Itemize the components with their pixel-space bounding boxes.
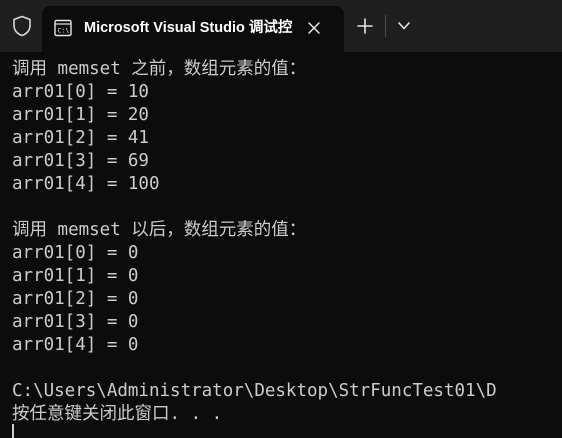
console-line: arr01[3] = 0 — [12, 312, 139, 332]
console-line: 调用 memset 之前，数组元素的值： — [12, 59, 307, 79]
console-line: arr01[4] = 0 — [12, 335, 139, 355]
terminal-icon: C:\ — [54, 19, 72, 37]
console-line: arr01[0] = 10 — [12, 82, 149, 102]
svg-text:C:\: C:\ — [58, 27, 70, 35]
title-bar[interactable]: C:\ Microsoft Visual Studio 调试控 — [0, 0, 562, 52]
console-line: arr01[2] = 41 — [12, 128, 149, 148]
console-line: arr01[2] = 0 — [12, 289, 139, 309]
tab-debug-console[interactable]: C:\ Microsoft Visual Studio 调试控 — [42, 6, 344, 52]
console-line: arr01[0] = 0 — [12, 243, 139, 263]
titlebar-divider — [385, 15, 386, 37]
console-output[interactable]: 调用 memset 之前，数组元素的值： arr01[0] = 10 arr01… — [12, 58, 562, 430]
console-line: C:\Users\Administrator\Desktop\StrFuncTe… — [12, 381, 497, 401]
close-icon[interactable] — [304, 18, 324, 38]
tab-title: Microsoft Visual Studio 调试控 — [84, 20, 293, 36]
console-line: arr01[1] = 0 — [12, 266, 139, 286]
console-line: 按任意键关闭此窗口. . . — [12, 404, 223, 424]
plus-icon[interactable] — [356, 17, 374, 35]
text-cursor — [12, 424, 14, 438]
console-line: arr01[3] = 69 — [12, 151, 149, 171]
chevron-down-icon[interactable] — [396, 20, 412, 32]
shield-icon[interactable] — [12, 15, 32, 37]
console-line: arr01[1] = 20 — [12, 105, 149, 125]
console-line: arr01[4] = 100 — [12, 174, 160, 194]
console-line: 调用 memset 以后，数组元素的值： — [12, 220, 307, 240]
terminal-window: C:\ Microsoft Visual Studio 调试控 调用 memse… — [0, 0, 562, 438]
